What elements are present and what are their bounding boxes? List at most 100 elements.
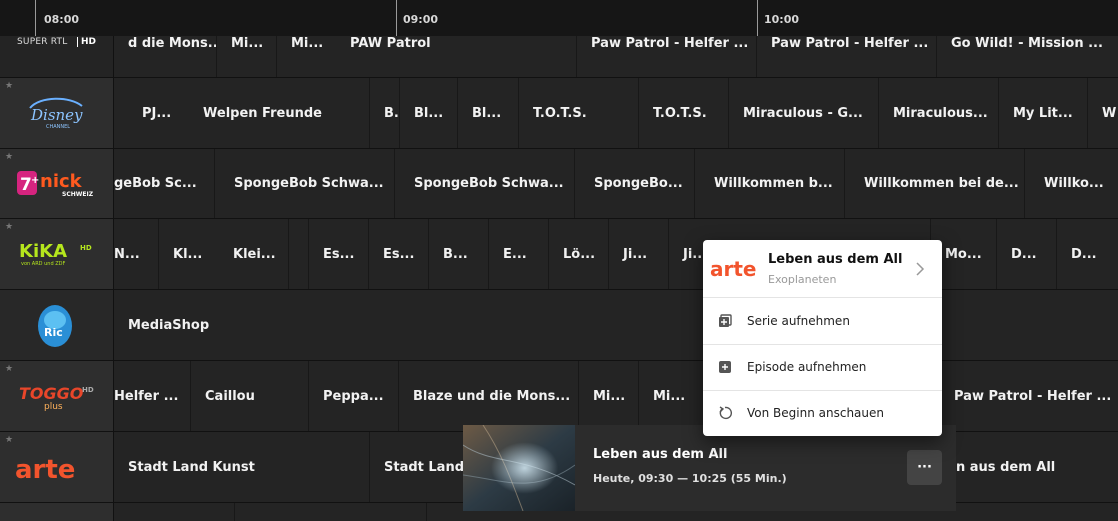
program-cell[interactable]: Willko... bbox=[1024, 149, 1118, 218]
program-cell[interactable]: T.O.T.S. bbox=[638, 78, 728, 148]
program-cell[interactable]: d die Mons... bbox=[114, 36, 216, 77]
svg-text:von ARD und ZDF: von ARD und ZDF bbox=[21, 261, 65, 267]
svg-text:+: + bbox=[31, 175, 39, 186]
svg-text:Disney: Disney bbox=[30, 106, 83, 124]
record-episode-button[interactable]: Episode aufnehmen bbox=[703, 344, 942, 391]
chevron-right-icon bbox=[916, 262, 925, 276]
program-cell[interactable]: Paw Patrol - Helfer ... bbox=[576, 36, 756, 77]
program-cell[interactable]: PJ... bbox=[114, 78, 174, 148]
program-cell[interactable] bbox=[114, 503, 234, 521]
program-context-menu: arte Leben aus dem All Exoplaneten Serie… bbox=[703, 240, 942, 436]
channel-logo-superrtl[interactable]: SUPER RTL HD bbox=[0, 36, 114, 77]
svg-text:TOGGO: TOGGO bbox=[19, 384, 84, 403]
channel-row-superrtl: SUPER RTL HD d die Mons... Mi... Mi... P… bbox=[0, 36, 1118, 78]
superrtl-logo-text: SUPER RTL bbox=[17, 37, 68, 47]
time-tick bbox=[396, 0, 397, 36]
program-thumbnail bbox=[463, 425, 575, 511]
hd-badge: HD bbox=[82, 386, 94, 394]
program-cell[interactable]: Mi... bbox=[638, 361, 702, 431]
channel-logo-toggo[interactable]: ★ TOGGO HD plus bbox=[0, 361, 114, 431]
program-cell[interactable]: Ji... bbox=[608, 219, 668, 289]
timeline-header: 08:00 09:00 10:00 bbox=[0, 0, 1118, 36]
popup-header[interactable]: arte Leben aus dem All Exoplaneten bbox=[703, 240, 942, 298]
now-playing-title: Leben aus dem All bbox=[593, 447, 728, 462]
svg-text:nick: nick bbox=[40, 171, 83, 192]
channel-logo-ric[interactable]: Ric bbox=[0, 290, 114, 360]
record-series-button[interactable]: Serie aufnehmen bbox=[703, 298, 942, 345]
program-cell[interactable]: Lö... bbox=[548, 219, 608, 289]
program-cell[interactable]: W bbox=[1087, 78, 1118, 148]
program-cell[interactable]: Bl... bbox=[457, 78, 518, 148]
popup-subtitle: Exoplaneten bbox=[768, 273, 837, 286]
program-cell[interactable] bbox=[288, 219, 308, 289]
hd-badge: HD bbox=[80, 244, 92, 252]
channel-logo-kika[interactable]: ★ KiKA HD von ARD und ZDF bbox=[0, 219, 114, 289]
channel-row-disney: ★ Disney CHANNEL PJ... Welpen Freunde B.… bbox=[0, 78, 1118, 149]
svg-text:plus: plus bbox=[44, 402, 63, 412]
channel-logo-partial[interactable] bbox=[0, 503, 114, 521]
time-label: 09:00 bbox=[403, 13, 439, 26]
program-cell[interactable]: Miraculous - G... bbox=[728, 78, 878, 148]
program-cell[interactable]: Helfer ... bbox=[114, 361, 190, 431]
program-cell[interactable]: Mi... bbox=[276, 36, 336, 77]
record-series-label: Serie aufnehmen bbox=[747, 314, 850, 328]
program-cell[interactable]: B... bbox=[428, 219, 488, 289]
program-cell[interactable]: SpongeBob Schwa... bbox=[394, 149, 574, 218]
svg-text:arte: arte bbox=[710, 257, 756, 281]
program-cell[interactable]: Go Wild! - Mission ... bbox=[936, 36, 1118, 77]
arte-logo-icon: arte bbox=[15, 455, 75, 485]
channel-logo-arte[interactable]: ★ arte bbox=[0, 432, 114, 502]
program-cell[interactable]: SpongeBob Schwa... bbox=[214, 149, 394, 218]
program-cell[interactable]: SpongeBo... bbox=[574, 149, 694, 218]
program-cell[interactable]: Welpen Freunde bbox=[174, 78, 369, 148]
time-tick bbox=[35, 0, 36, 36]
svg-text:KiKA: KiKA bbox=[19, 241, 67, 262]
svg-text:CHANNEL: CHANNEL bbox=[46, 124, 70, 130]
channel-logo-nick[interactable]: ★ 7 + nick SCHWEIZ bbox=[0, 149, 114, 218]
program-cell[interactable]: T.O.T.S. bbox=[518, 78, 638, 148]
time-label: 10:00 bbox=[764, 13, 800, 26]
program-cell[interactable]: Stadt Land bbox=[369, 432, 469, 502]
nick-logo-icon: 7 + nick SCHWEIZ bbox=[17, 171, 94, 198]
channel-logo-disney[interactable]: ★ Disney CHANNEL bbox=[0, 78, 114, 148]
program-cell[interactable]: Paw Patrol - Helfer ... bbox=[756, 36, 936, 77]
program-cell[interactable]: Peppa... bbox=[308, 361, 398, 431]
watch-from-start-label: Von Beginn anschauen bbox=[747, 406, 884, 420]
program-cell[interactable]: PAW Patrol bbox=[336, 36, 576, 77]
svg-text:Ric: Ric bbox=[44, 326, 63, 339]
now-playing-card[interactable]: Leben aus dem All Heute, 09:30 — 10:25 (… bbox=[463, 425, 956, 511]
program-cell[interactable]: Es... bbox=[368, 219, 428, 289]
kika-logo-icon: KiKA HD von ARD und ZDF bbox=[19, 241, 92, 267]
svg-text:arte: arte bbox=[15, 455, 75, 485]
program-cell[interactable]: N... bbox=[114, 219, 158, 289]
program-cell[interactable]: Stadt Land Kunst bbox=[114, 432, 369, 502]
program-cell[interactable]: D... bbox=[1056, 219, 1118, 289]
program-cell[interactable]: geBob Sc... bbox=[114, 149, 214, 218]
program-cell[interactable]: MediaShop bbox=[114, 290, 1118, 360]
program-cell[interactable]: Bl... bbox=[399, 78, 457, 148]
program-cell[interactable] bbox=[234, 503, 426, 521]
channel-row-ric: Ric MediaShop bbox=[0, 290, 1118, 361]
program-cell[interactable]: Willkommen b... bbox=[694, 149, 844, 218]
program-cell[interactable]: Kl... bbox=[158, 219, 208, 289]
program-cell[interactable]: Mi... bbox=[216, 36, 276, 77]
watch-from-start-button[interactable]: Von Beginn anschauen bbox=[703, 390, 942, 436]
program-cell[interactable]: D... bbox=[996, 219, 1056, 289]
program-cell[interactable]: Paw Patrol - Helfer ... bbox=[938, 361, 1118, 431]
restart-icon bbox=[703, 406, 747, 420]
program-cell[interactable]: Caillou bbox=[190, 361, 308, 431]
program-cell[interactable]: Mi... bbox=[578, 361, 638, 431]
more-options-button[interactable]: ··· bbox=[907, 450, 942, 485]
program-cell[interactable]: n aus dem All bbox=[942, 432, 1118, 502]
program-cell[interactable]: Es... bbox=[308, 219, 368, 289]
program-cell[interactable]: B. bbox=[369, 78, 399, 148]
program-cell[interactable]: E... bbox=[488, 219, 548, 289]
program-cell[interactable]: Blaze und die Mons... bbox=[398, 361, 578, 431]
program-cell[interactable]: My Lit... bbox=[998, 78, 1087, 148]
program-cell[interactable]: Willkommen bei de... bbox=[844, 149, 1024, 218]
program-cell[interactable]: Miraculous... bbox=[878, 78, 998, 148]
program-cell[interactable]: Klei... bbox=[208, 219, 288, 289]
ric-logo-icon: Ric bbox=[38, 305, 72, 347]
arte-logo-icon: arte bbox=[710, 257, 756, 281]
time-tick bbox=[757, 0, 758, 36]
